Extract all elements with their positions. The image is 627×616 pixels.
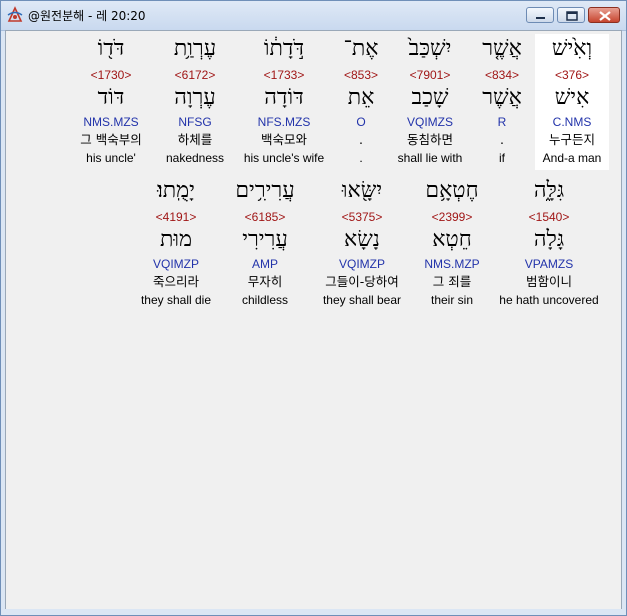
hebrew-lemma: נָשָׂא xyxy=(344,227,380,252)
english-gloss: his uncle's wife xyxy=(243,151,325,165)
word-card[interactable]: אֶת־ <853> אֵת O . . xyxy=(336,34,386,170)
korean-gloss: 범함이니 xyxy=(525,274,572,289)
strong-number[interactable]: <6185> xyxy=(224,210,306,224)
hebrew-lemma: דּוֹדָה xyxy=(264,85,304,110)
word-card[interactable]: יִשְׁכַּב֙ <7901> שָׁכַב VQIMZS 동침하면 sha… xyxy=(391,34,469,170)
title-bar[interactable]: @원전분해 - 레 20:20 xyxy=(1,1,626,31)
hebrew-lemma: מוּת xyxy=(159,227,193,252)
app-window: @원전분해 - 레 20:20 וְאִ֙ישׁ <376> אִישׁ C.N… xyxy=(0,0,627,616)
korean-gloss: . xyxy=(359,132,363,147)
word-card[interactable]: יָמֻֽתוּ׃ <4191> מוּת VQIMZP 죽으리라 they s… xyxy=(134,176,218,312)
hebrew-lemma: דּוֹד xyxy=(97,85,125,110)
english-gloss: he hath uncovered xyxy=(499,293,599,307)
korean-gloss: 백숙모와 xyxy=(260,132,307,147)
word-card[interactable]: דֹּ֣דָת֔וֹ <1733> דּוֹדָה NFS.MZS 백숙모와 h… xyxy=(238,34,330,170)
strong-number[interactable]: <376> xyxy=(535,68,609,82)
hebrew-surface-text: דֹּ֣דָת֔וֹ xyxy=(263,36,305,61)
strong-number[interactable]: <834> xyxy=(472,68,532,82)
korean-gloss: 하체를 xyxy=(177,132,213,147)
hebrew-surface-text: יָמֻֽתוּ׃ xyxy=(157,178,195,203)
english-gloss: his uncle' xyxy=(86,151,136,165)
korean-gloss: 죽으리라 xyxy=(152,274,199,289)
parsing-code: NMS.MZS xyxy=(83,115,139,129)
close-icon xyxy=(599,11,611,21)
hebrew-surface-text: יִשְׁכַּב֙ xyxy=(408,36,452,61)
english-gloss: if xyxy=(499,151,505,165)
word-card[interactable]: יִשָּׂ֖אוּ <5375> נָשָׂא VQIMZP 그들이-당하여 … xyxy=(313,176,411,312)
strong-number[interactable]: <1540> xyxy=(493,210,605,224)
korean-gloss: 동침하면 xyxy=(406,132,453,147)
parsing-code: O xyxy=(356,115,366,129)
parsing-code: VPAMZS xyxy=(524,257,574,271)
word-card[interactable]: חֶטְאָ֥ם <2399> חֵטְא NMS.MZP 그 죄를 their… xyxy=(416,176,488,312)
parsing-code: NFS.MZS xyxy=(257,115,311,129)
hebrew-surface-text: עֶרְוַ֥ת xyxy=(173,36,217,61)
parsing-code: AMP xyxy=(251,257,278,271)
word-card[interactable]: אֲשֶׁ֤ר <834> אֲשֶׁר R . if xyxy=(472,34,532,170)
hebrew-lemma: שָׁכַב xyxy=(411,85,449,110)
hebrew-lemma: עֲרִירִי xyxy=(242,227,288,252)
english-gloss: shall lie with xyxy=(397,151,463,165)
strong-number[interactable]: <853> xyxy=(336,68,386,82)
hebrew-surface-text: חֶטְאָ֥ם xyxy=(425,178,479,203)
parsing-code: NMS.MZP xyxy=(424,257,480,271)
word-card[interactable]: דֹּד֖וֹ <1730> דּוֹד NMS.MZS 그 백숙부의 his … xyxy=(68,34,154,170)
strong-number[interactable]: <6172> xyxy=(159,68,231,82)
maximize-button[interactable] xyxy=(557,7,585,23)
parsing-code: VQIMZP xyxy=(338,257,385,271)
hebrew-surface-text: וְאִ֙ישׁ xyxy=(551,36,593,61)
interlinear-panel: וְאִ֙ישׁ <376> אִישׁ C.NMS 누구든지 And-a ma… xyxy=(5,30,622,611)
hebrew-lemma: אִישׁ xyxy=(554,85,590,110)
word-card[interactable]: גִּלָּ֑ה <1540> גָּלָה VPAMZS 범함이니 he ha… xyxy=(493,176,605,312)
word-card[interactable]: וְאִ֙ישׁ <376> אִישׁ C.NMS 누구든지 And-a ma… xyxy=(535,34,609,170)
korean-gloss: . xyxy=(500,132,504,147)
hebrew-surface-text: עֲרִירִ֥ים xyxy=(235,178,295,203)
word-card[interactable]: עֲרִירִ֥ים <6185> עֲרִירִי AMP 무자히 child… xyxy=(224,176,306,312)
hebrew-lemma: גָּלָה xyxy=(533,227,565,252)
restore-icon xyxy=(566,11,578,21)
minimize-icon xyxy=(536,17,545,19)
strong-number[interactable]: <4191> xyxy=(134,210,218,224)
english-gloss: their sin xyxy=(430,293,474,307)
parsing-code: NFSG xyxy=(178,115,212,129)
english-gloss: . xyxy=(359,151,363,165)
hebrew-surface-text: אֶת־ xyxy=(343,36,379,61)
parsing-code: R xyxy=(497,115,507,129)
parsing-code: VQIMZP xyxy=(152,257,199,271)
english-gloss: they shall bear xyxy=(322,293,402,307)
hebrew-lemma: אֵת xyxy=(347,85,375,110)
hebrew-lemma: אֲשֶׁר xyxy=(482,85,522,110)
window-title: @원전분해 - 레 20:20 xyxy=(28,9,146,23)
window-bottom-border xyxy=(1,609,626,615)
strong-number[interactable]: <2399> xyxy=(416,210,488,224)
korean-gloss: 누구든지 xyxy=(548,132,595,147)
english-gloss: childless xyxy=(241,293,289,307)
hebrew-lemma: חֵטְא xyxy=(432,227,472,252)
english-gloss: And-a man xyxy=(542,151,602,165)
korean-gloss: 그들이-당하여 xyxy=(325,274,399,289)
korean-gloss: 무자히 xyxy=(247,274,283,289)
minimize-button[interactable] xyxy=(526,7,554,23)
strong-number[interactable]: <7901> xyxy=(391,68,469,82)
parsing-code: C.NMS xyxy=(552,115,592,129)
hebrew-surface-text: אֲשֶׁ֤ר xyxy=(482,36,522,61)
hebrew-lemma: עֶרְוָה xyxy=(174,85,216,110)
word-card[interactable]: עֶרְוַ֥ת <6172> עֶרְוָה NFSG 하체를 nakedne… xyxy=(159,34,231,170)
english-gloss: they shall die xyxy=(140,293,212,307)
hebrew-surface-text: יִשָּׂ֖אוּ xyxy=(341,178,383,203)
strong-number[interactable]: <5375> xyxy=(313,210,411,224)
korean-gloss: 그 죄를 xyxy=(432,274,472,289)
app-logo-icon xyxy=(7,6,23,22)
hebrew-surface-text: גִּלָּ֑ה xyxy=(533,178,565,203)
parsing-code: VQIMZS xyxy=(406,115,453,129)
hebrew-surface-text: דֹּד֖וֹ xyxy=(97,36,125,61)
strong-number[interactable]: <1730> xyxy=(68,68,154,82)
close-button[interactable] xyxy=(588,7,620,23)
korean-gloss: 그 백숙부의 xyxy=(80,132,142,147)
english-gloss: nakedness xyxy=(165,151,225,165)
strong-number[interactable]: <1733> xyxy=(238,68,330,82)
